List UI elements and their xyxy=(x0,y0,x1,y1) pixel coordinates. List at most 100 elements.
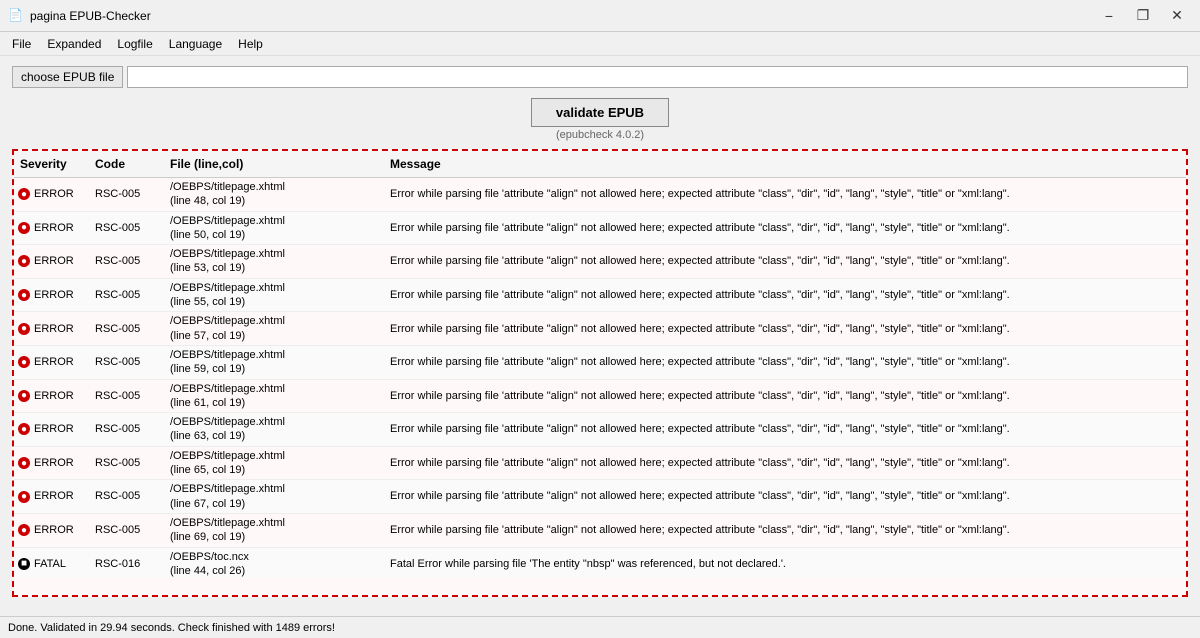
code-cell: RSC-005 xyxy=(89,353,164,371)
severity-cell: ● ERROR xyxy=(14,387,89,405)
table-header: Severity Code File (line,col) Message xyxy=(14,151,1186,178)
file-cell: /OEBPS/titlepage.xhtml (line 63, col 19) xyxy=(164,413,384,446)
table-row[interactable]: ● ERROR RSC-005/OEBPS/titlepage.xhtml (lin… xyxy=(14,212,1186,246)
severity-cell: ●ERROR xyxy=(14,185,89,203)
code-cell: RSC-005 xyxy=(89,521,164,539)
table-row[interactable]: ● ERROR RSC-005/OEBPS/titlepage.xhtml (lin… xyxy=(14,447,1186,481)
message-cell: Error while parsing file 'attribute "ali… xyxy=(384,320,1186,338)
file-cell: /OEBPS/titlepage.xhtml (line 48, col 19) xyxy=(164,178,384,211)
message-cell: Error while parsing file 'attribute "ali… xyxy=(384,286,1186,304)
app-title: pagina EPUB-Checker xyxy=(30,9,151,23)
severity-cell: ● ERROR xyxy=(14,219,89,237)
header-code: Code xyxy=(89,155,164,173)
severity-icon: ● xyxy=(18,390,30,402)
severity-label: ERROR xyxy=(34,254,74,268)
file-cell: /OEBPS/titlepage.xhtml (line 50, col 19) xyxy=(164,212,384,245)
severity-icon: ● xyxy=(18,188,30,200)
header-file: File (line,col) xyxy=(164,155,384,173)
code-cell: RSC-005 xyxy=(89,185,164,203)
table-row[interactable]: ●ERRORRSC-005/OEBPS/titlepage.xhtml (lin… xyxy=(14,480,1186,514)
code-cell: RSC-005 xyxy=(89,252,164,270)
menu-item-file[interactable]: File xyxy=(4,35,39,53)
severity-icon: ● xyxy=(18,323,30,335)
menu-bar: FileExpandedLogfileLanguageHelp xyxy=(0,32,1200,56)
validate-button[interactable]: validate EPUB xyxy=(531,98,669,127)
table-row[interactable]: ●ERRORRSC-005/OEBPS/titlepage.xhtml (lin… xyxy=(14,514,1186,548)
results-container: Severity Code File (line,col) Message ● E… xyxy=(12,149,1188,597)
main-content: choose EPUB file validate EPUB (epubchec… xyxy=(0,56,1200,607)
severity-icon: ● xyxy=(18,222,30,234)
menu-item-logfile[interactable]: Logfile xyxy=(109,35,160,53)
message-cell: Error while parsing file 'attribute "ali… xyxy=(384,387,1186,405)
severity-icon: ● xyxy=(18,356,30,368)
epubcheck-version: (epubcheck 4.0.2) xyxy=(556,129,644,141)
table-row[interactable]: ● ERROR RSC-005/OEBPS/titlepage.xhtml (lin… xyxy=(14,413,1186,447)
severity-cell: ● ERROR xyxy=(14,454,89,472)
message-cell: Error while parsing file 'attribute "ali… xyxy=(384,521,1186,539)
file-cell: /OEBPS/titlepage.xhtml (line 65, col 19) xyxy=(164,447,384,480)
status-bar: Done. Validated in 29.94 seconds. Check … xyxy=(0,616,1200,638)
table-row[interactable]: ●ERRORRSC-005/OEBPS/titlepage.xhtml (lin… xyxy=(14,380,1186,414)
severity-icon: ● xyxy=(18,289,30,301)
message-cell: Error while parsing file 'attribute "ali… xyxy=(384,353,1186,371)
code-cell: RSC-005 xyxy=(89,286,164,304)
window-controls: − ❐ ✕ xyxy=(1094,6,1192,26)
code-cell: RSC-005 xyxy=(89,219,164,237)
severity-cell: ● ERROR xyxy=(14,286,89,304)
file-cell: /OEBPS/titlepage.xhtml (line 59, col 19) xyxy=(164,346,384,379)
validate-section: validate EPUB (epubcheck 4.0.2) xyxy=(12,98,1188,141)
message-cell: Error while parsing file 'attribute "ali… xyxy=(384,252,1186,270)
message-cell: Error while parsing file 'attribute "ali… xyxy=(384,487,1186,505)
message-cell: Error while parsing file 'attribute "ali… xyxy=(384,454,1186,472)
choose-file-button[interactable]: choose EPUB file xyxy=(12,66,123,88)
severity-label: ERROR xyxy=(34,355,74,369)
message-cell: Error while parsing file 'attribute "ali… xyxy=(384,219,1186,237)
message-cell: Error while parsing file 'attribute "ali… xyxy=(384,185,1186,203)
file-cell: /OEBPS/titlepage.xhtml (line 67, col 19) xyxy=(164,480,384,513)
severity-icon: ● xyxy=(18,423,30,435)
table-row[interactable]: ●ERRORRSC-005/OEBPS/titlepage.xhtml (lin… xyxy=(14,312,1186,346)
code-cell: RSC-005 xyxy=(89,420,164,438)
file-cell: /OEBPS/titlepage.xhtml (line 55, col 19) xyxy=(164,279,384,312)
table-row[interactable]: ● ERROR RSC-005/OEBPS/titlepage.xhtml (lin… xyxy=(14,279,1186,313)
message-cell: Error while parsing file 'attribute "ali… xyxy=(384,420,1186,438)
menu-item-expanded[interactable]: Expanded xyxy=(39,35,109,53)
severity-label: ERROR xyxy=(34,489,74,503)
severity-label: ERROR xyxy=(34,422,74,436)
severity-cell: ■FATAL xyxy=(14,555,89,573)
severity-label: ERROR xyxy=(34,456,74,470)
file-cell: /OEBPS/titlepage.xhtml (line 53, col 19) xyxy=(164,245,384,278)
severity-cell: ● ERROR xyxy=(14,252,89,270)
table-row[interactable]: ●ERRORRSC-005/OEBPS/titlepage.xhtml (lin… xyxy=(14,178,1186,212)
title-bar: 📄 pagina EPUB-Checker − ❐ ✕ xyxy=(0,0,1200,32)
file-path-input[interactable] xyxy=(127,66,1188,88)
severity-label: ERROR xyxy=(34,389,74,403)
table-row[interactable]: ■FATALRSC-016/OEBPS/toc.ncx (line 44, co… xyxy=(14,548,1186,578)
header-severity: Severity xyxy=(14,155,89,173)
code-cell: RSC-016 xyxy=(89,555,164,573)
severity-label: ERROR xyxy=(34,288,74,302)
severity-cell: ● ERROR xyxy=(14,420,89,438)
table-body[interactable]: ● ERROR RSC-005/OEBPS/titlepage.xhtml (lin… xyxy=(14,178,1186,578)
severity-icon: ● xyxy=(18,255,30,267)
table-row[interactable]: ● ERROR RSC-005/OEBPS/titlepage.xhtml (lin… xyxy=(14,346,1186,380)
minimize-button[interactable]: − xyxy=(1094,6,1124,26)
severity-label: ERROR xyxy=(34,322,74,336)
table-row[interactable]: ● ERROR RSC-005/OEBPS/titlepage.xhtml (lin… xyxy=(14,245,1186,279)
severity-cell: ● ERROR xyxy=(14,353,89,371)
menu-item-language[interactable]: Language xyxy=(161,35,230,53)
code-cell: RSC-005 xyxy=(89,487,164,505)
maximize-button[interactable]: ❐ xyxy=(1128,6,1158,26)
message-cell: Fatal Error while parsing file 'The enti… xyxy=(384,555,1186,573)
close-button[interactable]: ✕ xyxy=(1162,6,1192,26)
menu-item-help[interactable]: Help xyxy=(230,35,271,53)
header-message: Message xyxy=(384,155,1186,173)
severity-icon: ■ xyxy=(18,558,30,570)
file-cell: /OEBPS/titlepage.xhtml (line 61, col 19) xyxy=(164,380,384,413)
status-text: Done. Validated in 29.94 seconds. Check … xyxy=(8,622,335,634)
title-bar-left: 📄 pagina EPUB-Checker xyxy=(8,8,151,24)
severity-label: ERROR xyxy=(34,221,74,235)
code-cell: RSC-005 xyxy=(89,454,164,472)
severity-icon: ● xyxy=(18,457,30,469)
file-cell: /OEBPS/toc.ncx (line 44, col 26) xyxy=(164,548,384,578)
